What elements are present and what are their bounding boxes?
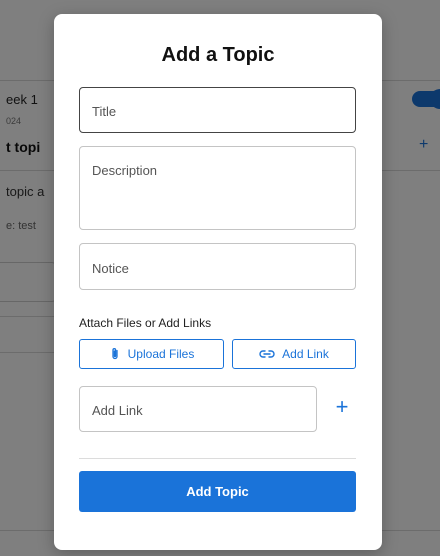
divider [79,458,356,459]
description-input[interactable]: Description [79,146,356,230]
notice-placeholder: Notice [92,261,129,276]
plus-icon[interactable]: + [331,396,353,418]
add-link-button[interactable]: Add Link [232,339,356,369]
add-topic-modal: Add a Topic Title Description Notice Att… [54,14,382,550]
upload-files-label: Upload Files [127,347,195,361]
modal-title: Add a Topic [161,44,275,66]
add-topic-label: Add Topic [186,484,249,499]
add-link-label: Add Link [282,347,329,361]
attach-label: Attach Files or Add Links [79,316,212,330]
description-placeholder: Description [92,163,158,178]
notice-input[interactable]: Notice [79,243,356,290]
title-placeholder: Title [92,104,117,119]
title-input[interactable]: Title [79,87,356,133]
add-link-placeholder: Add Link [92,403,143,418]
add-link-input[interactable]: Add Link [79,386,317,432]
add-topic-button[interactable]: Add Topic [79,471,356,512]
link-icon [259,350,275,358]
paperclip-icon [111,348,118,360]
upload-files-button[interactable]: Upload Files [79,339,224,369]
